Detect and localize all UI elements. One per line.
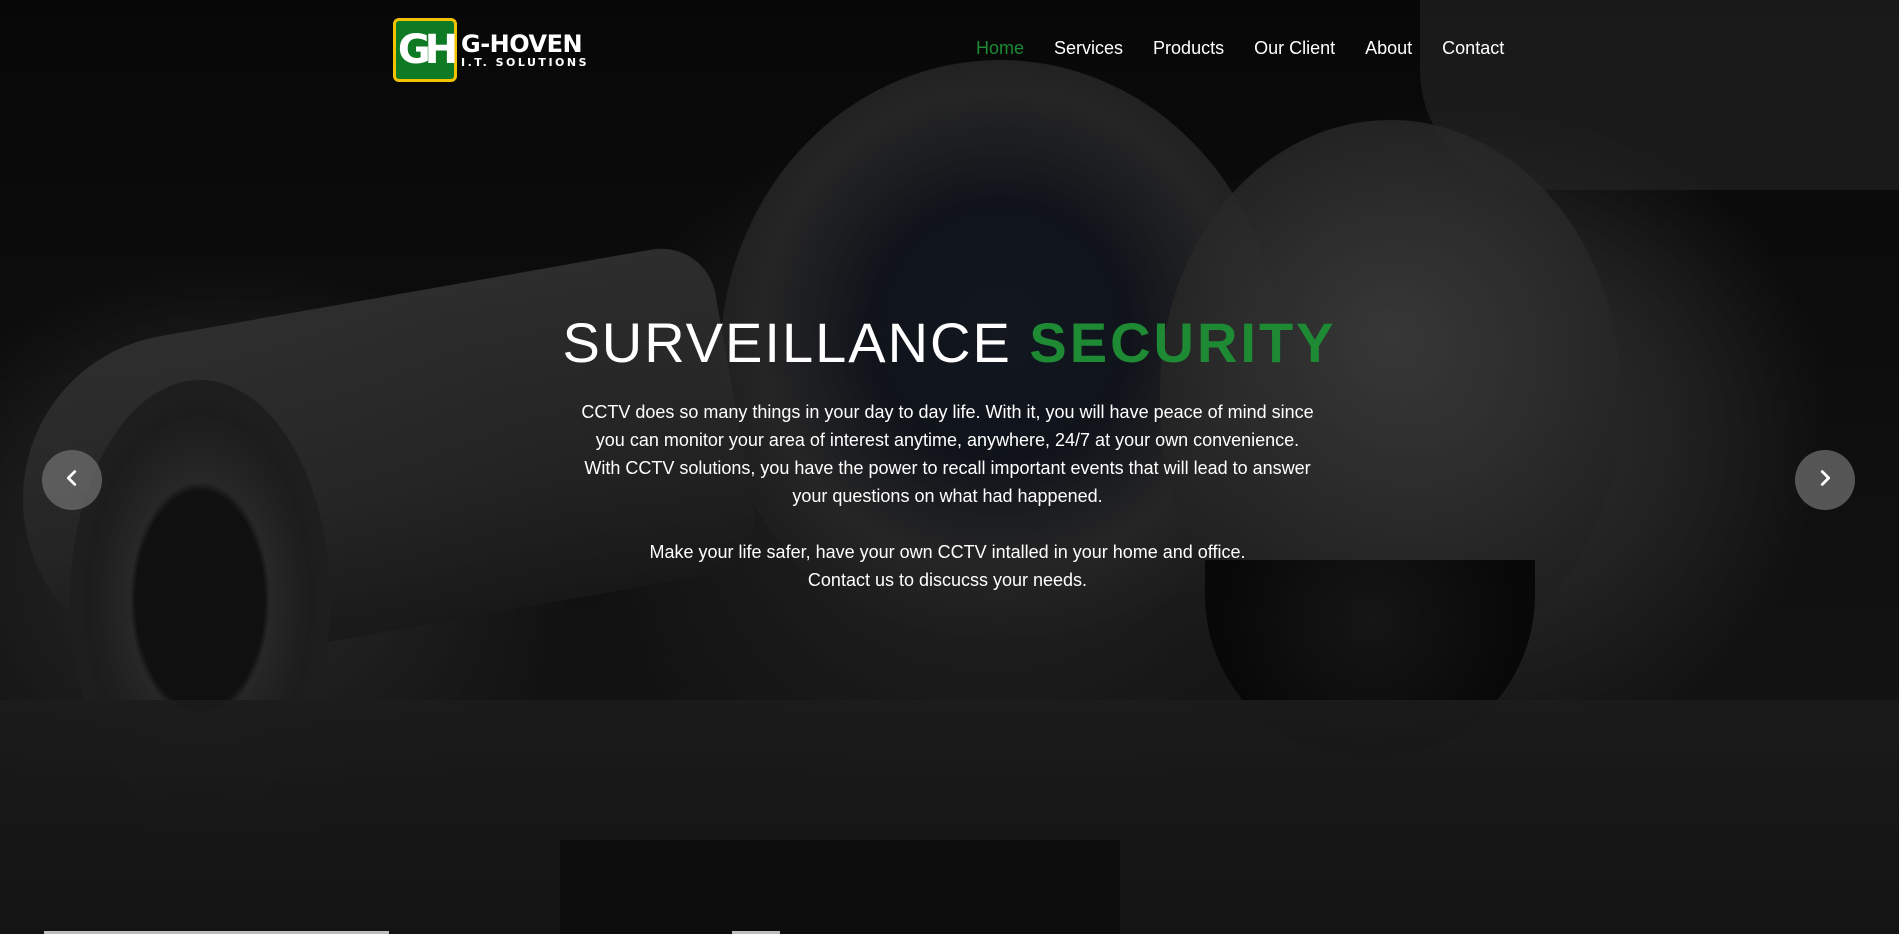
chevron-right-icon — [1814, 467, 1836, 493]
nav-services[interactable]: Services — [1054, 38, 1123, 59]
hero-paragraph-2: Make your life safer, have your own CCTV… — [580, 538, 1315, 594]
logo-name: G-HOVEN — [461, 30, 583, 58]
nav-about[interactable]: About — [1365, 38, 1412, 59]
nav-contact[interactable]: Contact — [1442, 38, 1504, 59]
hero-title-bold: SECURITY — [1029, 311, 1337, 374]
nav-home[interactable]: Home — [976, 38, 1024, 59]
main-nav: Home Services Products Our Client About … — [976, 38, 1504, 59]
slider-prev-button[interactable] — [42, 450, 102, 510]
hero-paragraph-2-line-2: Contact us to discucss your needs. — [807, 570, 1088, 590]
slider-next-button[interactable] — [1795, 450, 1855, 510]
hero-description: CCTV does so many things in your day to … — [580, 398, 1315, 594]
hero-paragraph-1: CCTV does so many things in your day to … — [581, 402, 1314, 506]
site-header: GH G-HOVEN I.T. SOLUTIONS Home Services … — [0, 0, 1899, 100]
hero-paragraph-2-line-1: Make your life safer, have your own CCTV… — [649, 542, 1246, 562]
hero-title-light: SURVEILLANCE — [562, 311, 1012, 374]
nav-products[interactable]: Products — [1153, 38, 1224, 59]
logo-text: G-HOVEN I.T. SOLUTIONS — [461, 32, 589, 68]
site-logo[interactable]: GH G-HOVEN I.T. SOLUTIONS — [393, 18, 589, 82]
logo-tagline: I.T. SOLUTIONS — [461, 56, 590, 69]
logo-mark: GH — [393, 18, 458, 82]
nav-our-client[interactable]: Our Client — [1254, 38, 1335, 59]
chevron-left-icon — [61, 467, 83, 493]
hero-title: SURVEILLANCE SECURITY — [0, 310, 1899, 375]
